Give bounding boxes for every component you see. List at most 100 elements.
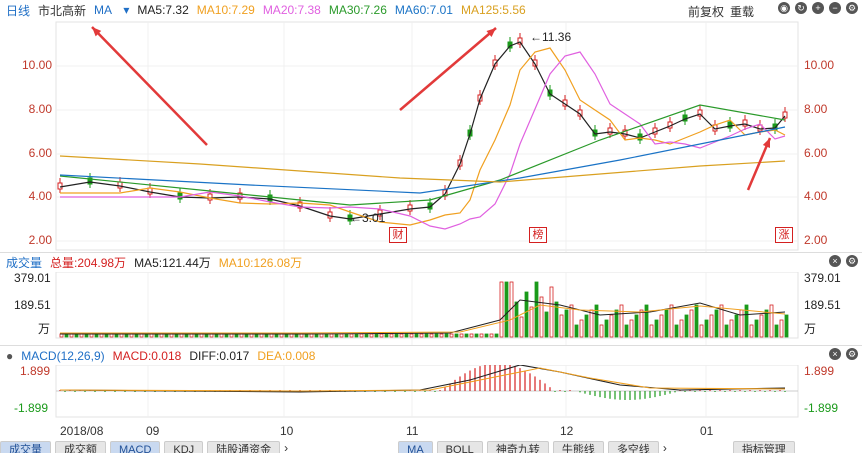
volume-bar: [349, 333, 354, 338]
settings-icon[interactable]: ⚙: [846, 348, 858, 360]
settings-icon[interactable]: ⚙: [846, 2, 858, 14]
price-y-label-right: 2.00: [804, 233, 828, 247]
volume-bar: [324, 333, 329, 338]
dea-value: DEA:0.008: [257, 348, 316, 363]
volume-bar: [484, 333, 489, 338]
volume-total: 总量:204.98万: [50, 256, 127, 270]
volume-bar: [574, 324, 579, 338]
event-tag-list[interactable]: 榜: [529, 227, 547, 243]
volume-ma5: MA5:121.44万: [134, 256, 211, 270]
volume-bar: [684, 314, 689, 338]
volume-y-label-right: 379.01: [804, 271, 841, 285]
event-tag-finance[interactable]: 财: [389, 227, 407, 243]
reload-button[interactable]: 重载: [730, 3, 754, 20]
event-tag-rise[interactable]: 涨: [775, 227, 793, 243]
volume-bar: [609, 314, 614, 338]
volume-bar: [314, 333, 319, 338]
settings-icon[interactable]: ⚙: [846, 255, 858, 267]
ma60-value: MA60:7.01: [394, 3, 453, 17]
indicator-label: MA: [94, 3, 113, 17]
period-selector[interactable]: 日线: [6, 2, 30, 19]
volume-bar: [359, 333, 364, 338]
volume-bar: [439, 333, 444, 338]
close-icon[interactable]: ×: [829, 348, 841, 360]
close-icon[interactable]: ×: [829, 255, 841, 267]
volume-bar: [569, 304, 574, 338]
macd-y-top-right: 1.899: [804, 364, 835, 378]
volume-bar: [559, 314, 564, 338]
ma125-value: MA125:5.56: [460, 3, 526, 17]
tab-bull-bear[interactable]: 牛熊线: [552, 441, 604, 453]
x-axis-label: 09: [146, 424, 160, 438]
remove-icon[interactable]: −: [829, 2, 841, 14]
volume-header: 成交量 总量:204.98万 MA5:121.44万 MA10:126.08万: [0, 252, 862, 272]
ma20-line: [60, 51, 786, 230]
x-axis-label: 11: [406, 424, 419, 438]
volume-bar: [459, 333, 464, 338]
chevron-right-icon[interactable]: ›: [284, 441, 304, 453]
volume-bar: [529, 306, 534, 338]
tab-volume[interactable]: 成交量: [0, 441, 51, 453]
volume-bar: [659, 314, 664, 338]
tab-ma[interactable]: MA: [398, 441, 433, 453]
macd-y-top: 1.899: [20, 364, 51, 378]
refresh-icon[interactable]: ↻: [795, 2, 807, 14]
indicator-manage-button[interactable]: 指标管理: [732, 441, 795, 453]
volume-bar: [409, 333, 414, 338]
volume-bar: [664, 309, 669, 338]
x-axis-label: 12: [560, 424, 574, 438]
tab-long-short[interactable]: 多空线: [607, 441, 659, 453]
volume-bar: [524, 291, 529, 338]
volume-bar: [714, 309, 719, 338]
candle-body: [207, 193, 213, 201]
volume-y-label: 379.01: [14, 271, 51, 285]
tab-kdj[interactable]: KDJ: [164, 441, 204, 453]
add-icon[interactable]: +: [812, 2, 824, 14]
volume-bar: [584, 314, 589, 338]
volume-bar: [419, 333, 424, 338]
macd-value: MACD:0.018: [112, 348, 182, 363]
tab-macd[interactable]: MACD: [110, 441, 161, 453]
volume-bar: [364, 333, 369, 338]
volume-bar: [599, 324, 604, 338]
price-y-label: 10.00: [21, 58, 52, 72]
tab-hk-connect[interactable]: 陆股通资金: [207, 441, 281, 453]
price-y-label-right: 6.00: [804, 146, 828, 160]
lock-icon[interactable]: ◉: [778, 2, 790, 14]
ma30-value: MA30:7.26: [328, 3, 387, 17]
volume-y-label: 189.51: [14, 298, 51, 312]
macd-title[interactable]: MACD(12,26,9): [21, 349, 104, 363]
low-price-mark: ←3.01: [350, 211, 386, 225]
collapse-icon[interactable]: ●: [6, 349, 13, 363]
volume-bar: [369, 333, 374, 338]
volume-bar: [514, 301, 519, 338]
volume-bar: [519, 316, 524, 338]
volume-bar: [644, 304, 649, 338]
chevron-right-icon[interactable]: ›: [663, 441, 683, 453]
volume-bar: [564, 309, 569, 338]
price-y-label-right: 8.00: [804, 102, 828, 116]
price-y-label: 8.00: [28, 102, 52, 116]
volume-bar: [669, 304, 674, 338]
tab-boll[interactable]: BOLL: [436, 441, 483, 453]
indicator-selector[interactable]: MA ▾: [94, 3, 129, 17]
volume-y-unit-right: 万: [804, 322, 817, 336]
volume-bar: [334, 333, 339, 338]
volume-bar: [694, 304, 699, 338]
volume-bar: [689, 309, 694, 338]
volume-bar: [579, 319, 584, 338]
volume-title[interactable]: 成交量: [6, 254, 42, 271]
tab-turnover[interactable]: 成交额: [55, 441, 106, 453]
volume-bar: [704, 319, 709, 338]
candle-body: [607, 127, 613, 135]
macd-y-bottom-right: -1.899: [804, 401, 839, 415]
volume-bar: [784, 314, 789, 338]
volume-bar: [724, 324, 729, 338]
adjust-selector[interactable]: 前复权: [688, 3, 724, 20]
volume-bar: [424, 333, 429, 338]
volume-bar: [489, 333, 494, 338]
tab-td9[interactable]: 神奇九转: [486, 441, 549, 453]
volume-bar: [699, 324, 704, 338]
volume-bar: [479, 333, 484, 338]
volume-bar: [374, 333, 379, 338]
